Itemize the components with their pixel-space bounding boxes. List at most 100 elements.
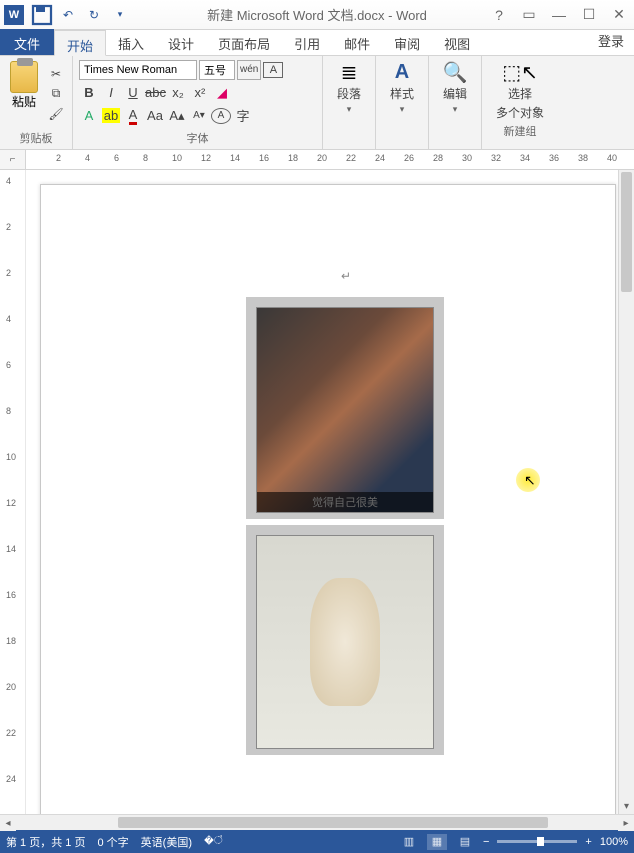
copy-icon[interactable]: ⧉	[46, 85, 66, 103]
paragraph-button[interactable]: ≣ 段落 ▾	[329, 59, 369, 117]
image-2-frame[interactable]	[246, 525, 444, 755]
character-border-icon[interactable]: A	[263, 62, 283, 78]
cursor-icon: ↖	[524, 472, 536, 489]
tab-file[interactable]: 文件	[0, 29, 54, 55]
group-clipboard: 粘贴 ✂ ⧉ 🖌 剪贴板	[0, 56, 73, 149]
paste-icon	[10, 61, 38, 93]
ribbon: 粘贴 ✂ ⧉ 🖌 剪贴板 wén A B I U abc x₂ x² ◢ A	[0, 56, 634, 150]
image-1-caption: 觉得自己很美	[257, 494, 433, 510]
zoom-in-icon[interactable]: +	[585, 836, 591, 848]
vertical-ruler[interactable]: 4224681012141618202224	[0, 170, 26, 814]
change-case-icon[interactable]: Aa	[145, 106, 165, 126]
maximize-icon[interactable]: ☐	[574, 2, 604, 28]
vertical-scroll-thumb[interactable]	[621, 172, 632, 292]
image-2[interactable]	[256, 535, 434, 749]
clear-formatting-icon[interactable]: ◢	[212, 83, 232, 103]
print-layout-icon[interactable]: ▦	[427, 834, 447, 850]
page-viewport[interactable]: ↵ 觉得自己很美 ↖	[26, 170, 618, 814]
group-paragraph: ≣ 段落 ▾	[323, 56, 376, 149]
image-1-frame[interactable]: 觉得自己很美	[246, 297, 444, 519]
tab-design[interactable]: 设计	[156, 29, 206, 55]
select-multiple-objects-button[interactable]: ⬚↖ 选择 多个对象	[488, 59, 552, 123]
subscript-button[interactable]: x₂	[168, 83, 188, 103]
scroll-right-icon[interactable]: ▸	[618, 815, 634, 831]
character-shading-icon[interactable]: 字	[233, 106, 253, 126]
enclose-char-icon[interactable]: A	[211, 108, 231, 124]
zoom-slider[interactable]	[497, 840, 577, 843]
paragraph-icon: ≣	[337, 61, 361, 83]
tab-review[interactable]: 审阅	[382, 29, 432, 55]
tab-layout[interactable]: 页面布局	[206, 29, 282, 55]
page-count[interactable]: 第 1 页，共 1 页	[6, 834, 85, 850]
underline-button[interactable]: U	[123, 83, 143, 103]
font-name-select[interactable]	[79, 60, 197, 80]
italic-button[interactable]: I	[101, 83, 121, 103]
save-icon[interactable]	[30, 3, 54, 27]
editing-button[interactable]: 🔍 编辑 ▾	[435, 59, 475, 117]
select-objects-icon: ⬚↖	[508, 61, 532, 83]
phonetic-guide-icon[interactable]: wén	[237, 60, 261, 80]
highlight-icon[interactable]: ab	[101, 106, 121, 126]
zoom-level[interactable]: 100%	[600, 836, 628, 848]
undo-icon[interactable]: ↶	[56, 3, 80, 27]
tab-insert[interactable]: 插入	[106, 29, 156, 55]
group-styles: A 样式 ▾	[376, 56, 429, 149]
read-mode-icon[interactable]: ▥	[399, 834, 419, 850]
paragraph-mark: ↵	[341, 269, 351, 283]
document-area: 4224681012141618202224 ↵ 觉得自己很美 ↖ ▴ ▾	[0, 170, 634, 814]
find-icon: 🔍	[443, 61, 467, 83]
help-icon[interactable]: ?	[484, 2, 514, 28]
vertical-scrollbar[interactable]: ▴ ▾	[618, 170, 634, 814]
cut-icon[interactable]: ✂	[46, 65, 66, 83]
redo-icon[interactable]: ↻	[82, 3, 106, 27]
status-bar: 第 1 页，共 1 页 0 个字 英语(美国) �഻ ▥ ▦ ▤ − + 100…	[0, 830, 634, 853]
group-font: wén A B I U abc x₂ x² ◢ A ab A Aa A▴ A▾ …	[73, 56, 323, 149]
ruler-corner[interactable]: ⌐	[0, 150, 26, 169]
document-page[interactable]: ↵ 觉得自己很美	[40, 184, 616, 814]
close-icon[interactable]: ✕	[604, 2, 634, 28]
font-size-select[interactable]	[199, 60, 235, 80]
quick-access-toolbar: ↶ ↻ ▾	[30, 3, 132, 27]
horizontal-scroll-thumb[interactable]	[118, 817, 548, 828]
styles-button[interactable]: A 样式 ▾	[382, 59, 422, 117]
grow-font-icon[interactable]: A▴	[167, 106, 187, 126]
tab-mailings[interactable]: 邮件	[332, 29, 382, 55]
tab-references[interactable]: 引用	[282, 29, 332, 55]
insert-mode-icon[interactable]: �഻	[204, 835, 223, 848]
zoom-out-icon[interactable]: −	[483, 836, 489, 848]
strikethrough-button[interactable]: abc	[145, 83, 166, 103]
paste-button[interactable]: 粘贴	[6, 59, 42, 128]
image-1[interactable]: 觉得自己很美	[256, 307, 434, 513]
font-group-label: 字体	[79, 128, 316, 146]
bold-button[interactable]: B	[79, 83, 99, 103]
text-effects-icon[interactable]: A	[79, 106, 99, 126]
sign-in-link[interactable]: 登录	[588, 26, 634, 55]
format-painter-icon[interactable]: 🖌	[46, 105, 66, 123]
horizontal-scrollbar[interactable]: ◂ ▸	[0, 814, 634, 830]
window-controls: ? ▭ — ☐ ✕	[484, 2, 634, 28]
window-title: 新建 Microsoft Word 文档.docx - Word	[207, 5, 427, 24]
language[interactable]: 英语(美国)	[141, 834, 192, 850]
minimize-icon[interactable]: —	[544, 2, 574, 28]
superscript-button[interactable]: x²	[190, 83, 210, 103]
word-app-icon: W	[4, 5, 24, 25]
tab-view[interactable]: 视图	[432, 29, 482, 55]
scroll-left-icon[interactable]: ◂	[0, 815, 16, 831]
scroll-down-icon[interactable]: ▾	[619, 798, 634, 814]
paste-label: 粘贴	[12, 93, 36, 110]
title-bar: W ↶ ↻ ▾ 新建 Microsoft Word 文档.docx - Word…	[0, 0, 634, 30]
word-count[interactable]: 0 个字	[97, 834, 128, 850]
web-layout-icon[interactable]: ▤	[455, 834, 475, 850]
styles-icon: A	[390, 61, 414, 83]
ribbon-display-icon[interactable]: ▭	[514, 2, 544, 28]
group-editing: 🔍 编辑 ▾	[429, 56, 482, 149]
horizontal-ruler[interactable]: ⌐ 246810121416182022242628303234363840	[0, 150, 634, 170]
new-group-label: 新建组	[488, 123, 552, 139]
ribbon-tabs: 文件 开始 插入 设计 页面布局 引用 邮件 审阅 视图 登录	[0, 30, 634, 56]
tab-home[interactable]: 开始	[54, 30, 106, 56]
shrink-font-icon[interactable]: A▾	[189, 106, 209, 126]
font-color-icon[interactable]: A	[123, 106, 143, 126]
qat-customize-icon[interactable]: ▾	[108, 3, 132, 27]
clipboard-group-label: 剪贴板	[6, 128, 66, 146]
group-select-objects: ⬚↖ 选择 多个对象 新建组	[482, 56, 558, 149]
